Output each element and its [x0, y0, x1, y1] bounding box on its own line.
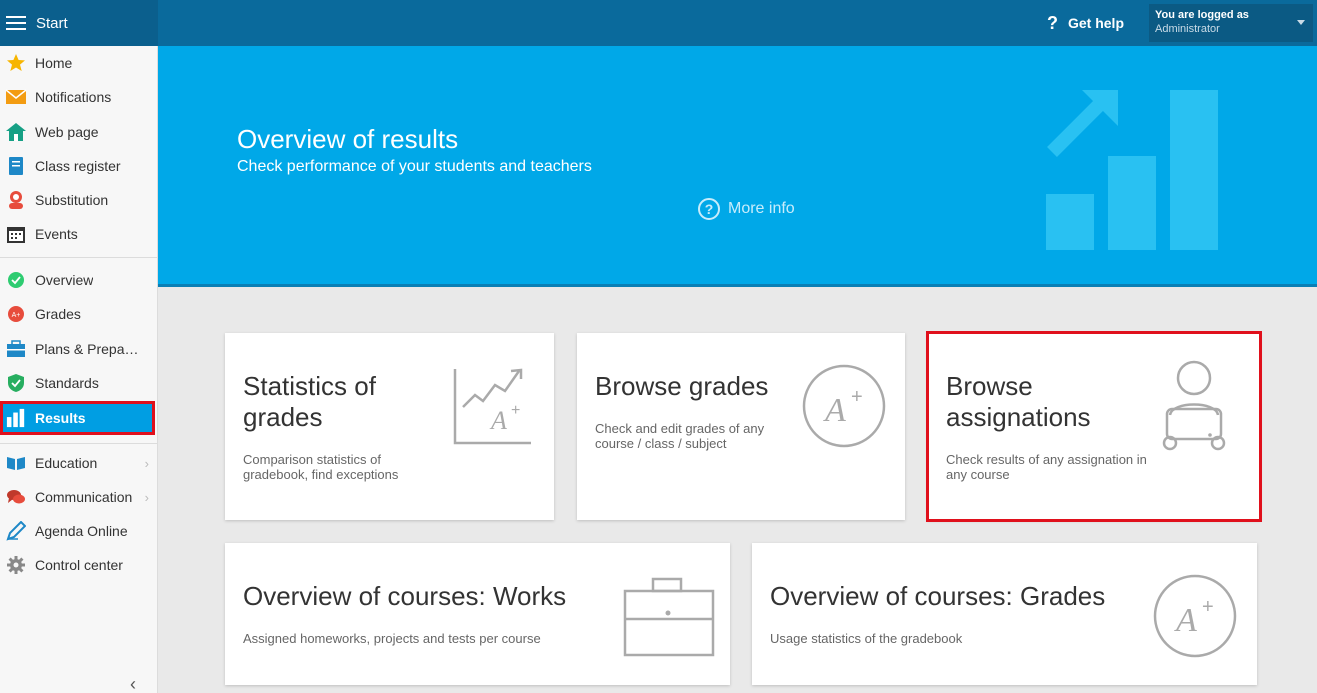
sidebar-separator: [0, 443, 157, 444]
grade-trend-icon: A +: [453, 368, 531, 445]
get-help-link[interactable]: ? Get help: [1047, 13, 1124, 34]
question-icon: ?: [1046, 12, 1058, 33]
card-overview-courses-grades[interactable]: Overview of courses: Grades Usage statis…: [752, 543, 1257, 685]
start-menu[interactable]: Start: [0, 0, 158, 46]
card-browse-grades[interactable]: Browse grades Check and edit grades of a…: [577, 333, 905, 520]
card-description: Usage statistics of the gradebook: [770, 631, 963, 646]
envelope-icon: [6, 87, 26, 107]
user-label: You are logged as: [1155, 9, 1249, 21]
card-title: Statistics of grades: [243, 371, 376, 432]
sidebar-item-control-center[interactable]: Control center: [0, 550, 157, 580]
card-description: Comparison statistics of gradebook, find…: [243, 452, 399, 482]
sidebar-item-label: Substitution: [35, 192, 109, 208]
card-title: Browse grades: [595, 371, 769, 401]
card-title: Overview of courses: Works: [243, 581, 567, 611]
card-statistics-of-grades[interactable]: Statistics of grades Comparison statisti…: [225, 333, 554, 520]
sidebar: Home Notifications Web page Class regist…: [0, 46, 158, 693]
sidebar-item-label: Standards: [35, 375, 99, 391]
open-book-icon: [6, 453, 26, 473]
chat-icon: [6, 487, 26, 507]
growth-chart-icon: [1046, 90, 1218, 250]
student-laptop-icon: [1162, 360, 1226, 451]
card-title: Overview of courses: Grades: [770, 581, 1106, 611]
sidebar-item-results[interactable]: Results: [0, 401, 155, 435]
sidebar-item-label: Plans & Preparations: [35, 341, 141, 357]
sidebar-item-label: Control center: [35, 557, 123, 573]
chevron-right-icon: ›: [144, 489, 149, 505]
sidebar-item-substitution[interactable]: Substitution: [0, 185, 157, 215]
sidebar-item-overview[interactable]: Overview: [0, 265, 157, 295]
user-name: Administrator: [1155, 23, 1220, 35]
card-description: Assigned homeworks, projects and tests p…: [243, 631, 541, 646]
more-info-label: More info: [728, 200, 795, 217]
sidebar-item-label: Events: [35, 226, 78, 242]
sidebar-item-home[interactable]: Home: [0, 48, 157, 78]
sidebar-separator: [0, 257, 157, 258]
sidebar-item-label: Results: [35, 410, 86, 426]
user-menu[interactable]: You are logged as Administrator: [1149, 4, 1313, 42]
briefcase-icon: [623, 577, 715, 657]
sidebar-item-web-page[interactable]: Web page: [0, 117, 157, 147]
sidebar-item-standards[interactable]: Standards: [0, 368, 157, 398]
sidebar-item-label: Agenda Online: [35, 523, 128, 539]
person-icon: [6, 190, 26, 210]
a-plus-icon: A +: [1153, 574, 1237, 658]
bar-chart-icon: [6, 408, 26, 428]
sidebar-item-notifications[interactable]: Notifications: [0, 82, 157, 112]
get-help-label: Get help: [1067, 15, 1124, 31]
sidebar-item-agenda-online[interactable]: Agenda Online: [0, 516, 157, 546]
chevron-right-icon: ›: [144, 455, 149, 471]
question-circle-icon: ?: [698, 198, 720, 220]
svg-text:A+: A+: [12, 312, 21, 319]
pencil-icon: [6, 521, 26, 541]
start-label[interactable]: Start: [36, 15, 68, 32]
check-circle-icon: [6, 270, 26, 290]
sidebar-item-events[interactable]: Events: [0, 219, 157, 249]
more-info-link[interactable]: ? More info: [698, 198, 795, 220]
card-title: Browse assignations: [946, 371, 1091, 432]
svg-text:A: A: [823, 392, 846, 429]
card-description: Check and edit grades of any course / cl…: [595, 421, 765, 451]
card-browse-assignations[interactable]: Browse assignations Check results of any…: [926, 331, 1262, 522]
card-description: Check results of any assignation in any …: [946, 452, 1147, 482]
svg-text:A: A: [1174, 602, 1197, 639]
sidebar-item-plans[interactable]: Plans & Preparations: [0, 334, 157, 364]
book-icon: [6, 156, 26, 176]
top-bar: Start ? Get help You are logged as Admin…: [0, 0, 1317, 46]
star-icon: [6, 53, 26, 73]
card-overview-courses-works[interactable]: Overview of courses: Works Assigned home…: [225, 543, 730, 685]
caret-down-icon: [1297, 20, 1305, 25]
svg-text:+: +: [851, 386, 863, 408]
sidebar-item-label: Class register: [35, 158, 121, 174]
sidebar-item-label: Communication: [35, 489, 133, 505]
svg-text:+: +: [1202, 596, 1214, 618]
sidebar-item-label: Education: [35, 455, 98, 471]
page-title: Overview of results: [237, 124, 459, 154]
svg-text:A: A: [489, 406, 507, 435]
sidebar-item-class-register[interactable]: Class register: [0, 151, 157, 181]
collapse-sidebar-icon[interactable]: ‹: [130, 674, 136, 693]
sidebar-item-label: Grades: [35, 306, 81, 322]
sidebar-item-label: Overview: [35, 272, 94, 288]
page-subtitle: Check performance of your students and t…: [237, 158, 592, 175]
sidebar-item-label: Notifications: [35, 89, 112, 105]
sidebar-item-education[interactable]: Education ›: [0, 448, 157, 478]
shield-check-icon: [6, 373, 26, 393]
house-icon: [6, 122, 26, 142]
briefcase-icon: [6, 339, 26, 359]
results-banner: Overview of results Check performance of…: [158, 46, 1317, 287]
a-plus-icon: A +: [802, 364, 886, 448]
gear-icon: [6, 555, 26, 575]
sidebar-item-grades[interactable]: A+ Grades: [0, 299, 157, 329]
calendar-icon: [6, 224, 26, 244]
sidebar-item-label: Home: [35, 55, 73, 71]
sidebar-item-communication[interactable]: Communication ›: [0, 482, 157, 512]
svg-text:+: +: [511, 402, 520, 419]
hamburger-icon[interactable]: [6, 16, 26, 30]
sidebar-item-label: Web page: [35, 124, 99, 140]
grade-circle-icon: A+: [6, 304, 26, 324]
